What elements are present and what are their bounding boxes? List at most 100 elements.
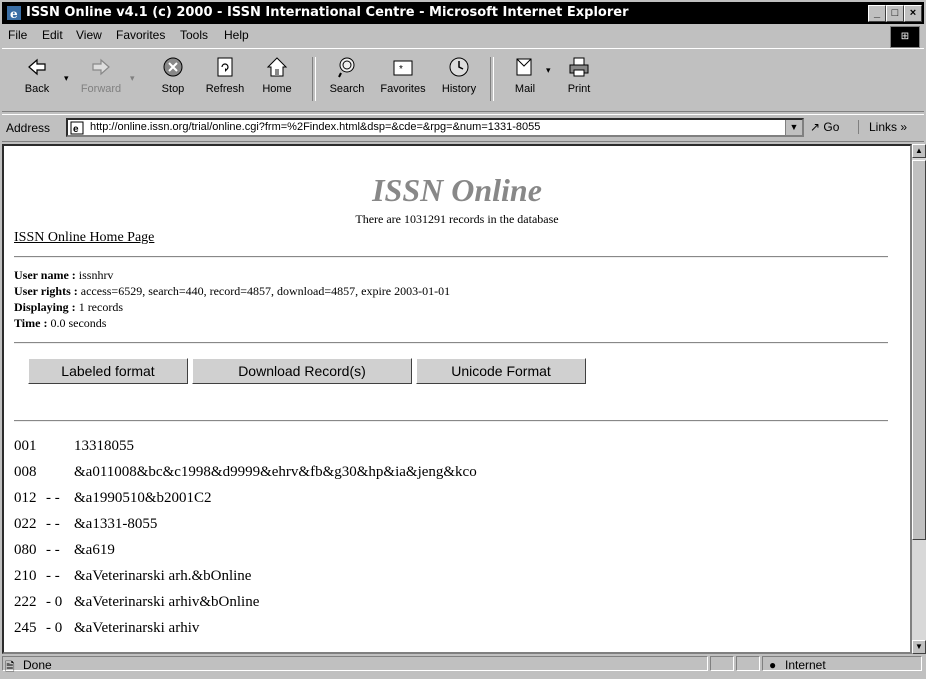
time-label: Time : [14, 316, 48, 330]
print-button[interactable]: Print [554, 55, 604, 107]
favorites-icon: * [393, 60, 413, 76]
menu-tools[interactable]: Tools [180, 28, 208, 42]
mail-icon [516, 58, 532, 76]
record-line: 001 13318055 [14, 438, 134, 455]
favorites-button[interactable]: * Favorites [378, 55, 428, 107]
history-button[interactable]: History [434, 55, 484, 107]
search-icon [338, 57, 355, 78]
stop-icon [163, 57, 183, 77]
user-rights-row: User rights : access=6529, search=440, r… [14, 284, 450, 299]
record-line: 012 - - &a1990510&b2001C2 [14, 490, 212, 507]
user-name-row: User name : issnhrv [14, 268, 113, 283]
record-count-text: There are 1031291 records in the databas… [355, 212, 559, 226]
address-url: http://online.issn.org/trial/online.cgi?… [90, 121, 541, 133]
status-bar: 🗎 Done ● Internet [2, 656, 924, 674]
download-records-button[interactable]: Download Record(s) [192, 358, 412, 384]
record-value: &aVeterinarski arh.&bOnline [74, 568, 252, 584]
links-button[interactable]: Links » [858, 120, 907, 134]
page-content: ISSN Online There are 1031291 records in… [2, 144, 912, 654]
home-icon [266, 57, 288, 77]
back-button[interactable]: Back [12, 55, 62, 107]
menu-favorites[interactable]: Favorites [116, 28, 165, 42]
record-tag: 012 [14, 490, 37, 506]
record-line: 210 - - &aVeterinarski arh.&bOnline [14, 568, 251, 585]
mail-label: Mail [514, 83, 536, 95]
ie-icon: e [7, 6, 21, 21]
user-name-label: User name : [14, 268, 76, 282]
record-indicator: - 0 [46, 620, 63, 636]
vertical-scrollbar[interactable]: ▲ ▼ [912, 144, 926, 654]
address-input[interactable]: e http://online.issn.org/trial/online.cg… [66, 118, 804, 137]
minimize-button[interactable]: _ [868, 5, 886, 22]
toolbar-separator [312, 57, 316, 101]
mail-dropdown-icon[interactable]: ▾ [546, 65, 551, 76]
time-row: Time : 0.0 seconds [14, 316, 106, 331]
divider [14, 342, 888, 344]
back-dropdown-icon[interactable]: ▾ [64, 73, 69, 84]
record-value: &aVeterinarski arhiv [74, 620, 200, 636]
zone-text: Internet [785, 658, 826, 672]
scroll-down-icon[interactable]: ▼ [912, 640, 926, 654]
divider [14, 420, 888, 422]
record-indicator: - - [46, 516, 60, 532]
zone-pane: ● Internet [762, 656, 922, 672]
record-tag: 080 [14, 542, 37, 558]
address-bar: Address e http://online.issn.org/trial/o… [2, 114, 924, 142]
record-line: 245 - 0 &aVeterinarski arhiv [14, 620, 199, 637]
record-line: 080 - - &a619 [14, 542, 115, 559]
address-dropdown-icon[interactable]: ▼ [785, 120, 802, 135]
record-tag: 222 [14, 594, 37, 610]
unicode-format-button[interactable]: Unicode Format [416, 358, 586, 384]
record-indicator: - - [46, 490, 60, 506]
scroll-up-icon[interactable]: ▲ [912, 144, 926, 158]
user-rights-value: access=6529, search=440, record=4857, do… [80, 284, 451, 298]
labeled-format-button[interactable]: Labeled format [28, 358, 188, 384]
home-label: Home [262, 83, 292, 95]
record-value: &aVeterinarski arhiv&bOnline [74, 594, 260, 610]
forward-dropdown-icon[interactable]: ▾ [130, 73, 135, 84]
history-icon [449, 57, 469, 77]
status-pane: 🗎 Done [2, 656, 708, 674]
displaying-value: 1 records [78, 300, 124, 314]
status-text: Done [23, 658, 52, 672]
mail-button[interactable]: Mail [500, 55, 550, 107]
record-value: &a1331-8055 [74, 516, 158, 532]
status-pane [710, 656, 734, 671]
record-indicator: - - [46, 542, 60, 558]
menu-edit[interactable]: Edit [42, 28, 63, 42]
title-bar: e ISSN Online v4.1 (c) 2000 - ISSN Inter… [2, 2, 924, 24]
maximize-button[interactable]: □ [886, 5, 904, 22]
home-button[interactable]: Home [252, 55, 302, 107]
menu-bar: File Edit View Favorites Tools Help [2, 26, 924, 46]
refresh-icon [217, 57, 233, 77]
refresh-button[interactable]: Refresh [200, 55, 250, 107]
close-button[interactable]: × [904, 5, 922, 22]
go-button[interactable]: ↗ Go [810, 120, 839, 134]
record-tag: 245 [14, 620, 37, 636]
forward-arrow-icon [92, 58, 110, 76]
time-value: 0.0 seconds [50, 316, 107, 330]
displaying-label: Displaying : [14, 300, 76, 314]
history-label: History [441, 83, 477, 95]
record-line: 008 &a011008&bc&c1998&d9999&ehrv&fb&g30&h… [14, 464, 477, 481]
menu-view[interactable]: View [76, 28, 102, 42]
svg-text:e: e [10, 7, 18, 21]
record-tag: 210 [14, 568, 37, 584]
window-title: ISSN Online v4.1 (c) 2000 - ISSN Interna… [26, 5, 629, 20]
scroll-thumb[interactable] [912, 160, 926, 540]
back-label: Back [24, 83, 50, 95]
search-button[interactable]: Search [322, 55, 372, 107]
menu-help[interactable]: Help [224, 28, 249, 42]
svg-text:e: e [73, 124, 79, 135]
displaying-row: Displaying : 1 records [14, 300, 123, 315]
status-page-icon: 🗎 [5, 660, 15, 674]
menu-file[interactable]: File [8, 28, 27, 42]
stop-button[interactable]: Stop [148, 55, 198, 107]
forward-button[interactable]: Forward [76, 55, 126, 107]
status-pane [736, 656, 760, 671]
home-page-link[interactable]: ISSN Online Home Page [14, 230, 154, 246]
windows-logo-icon: ⊞ [890, 26, 920, 48]
divider [14, 256, 888, 258]
user-rights-label: User rights : [14, 284, 78, 298]
address-label: Address [6, 121, 51, 135]
